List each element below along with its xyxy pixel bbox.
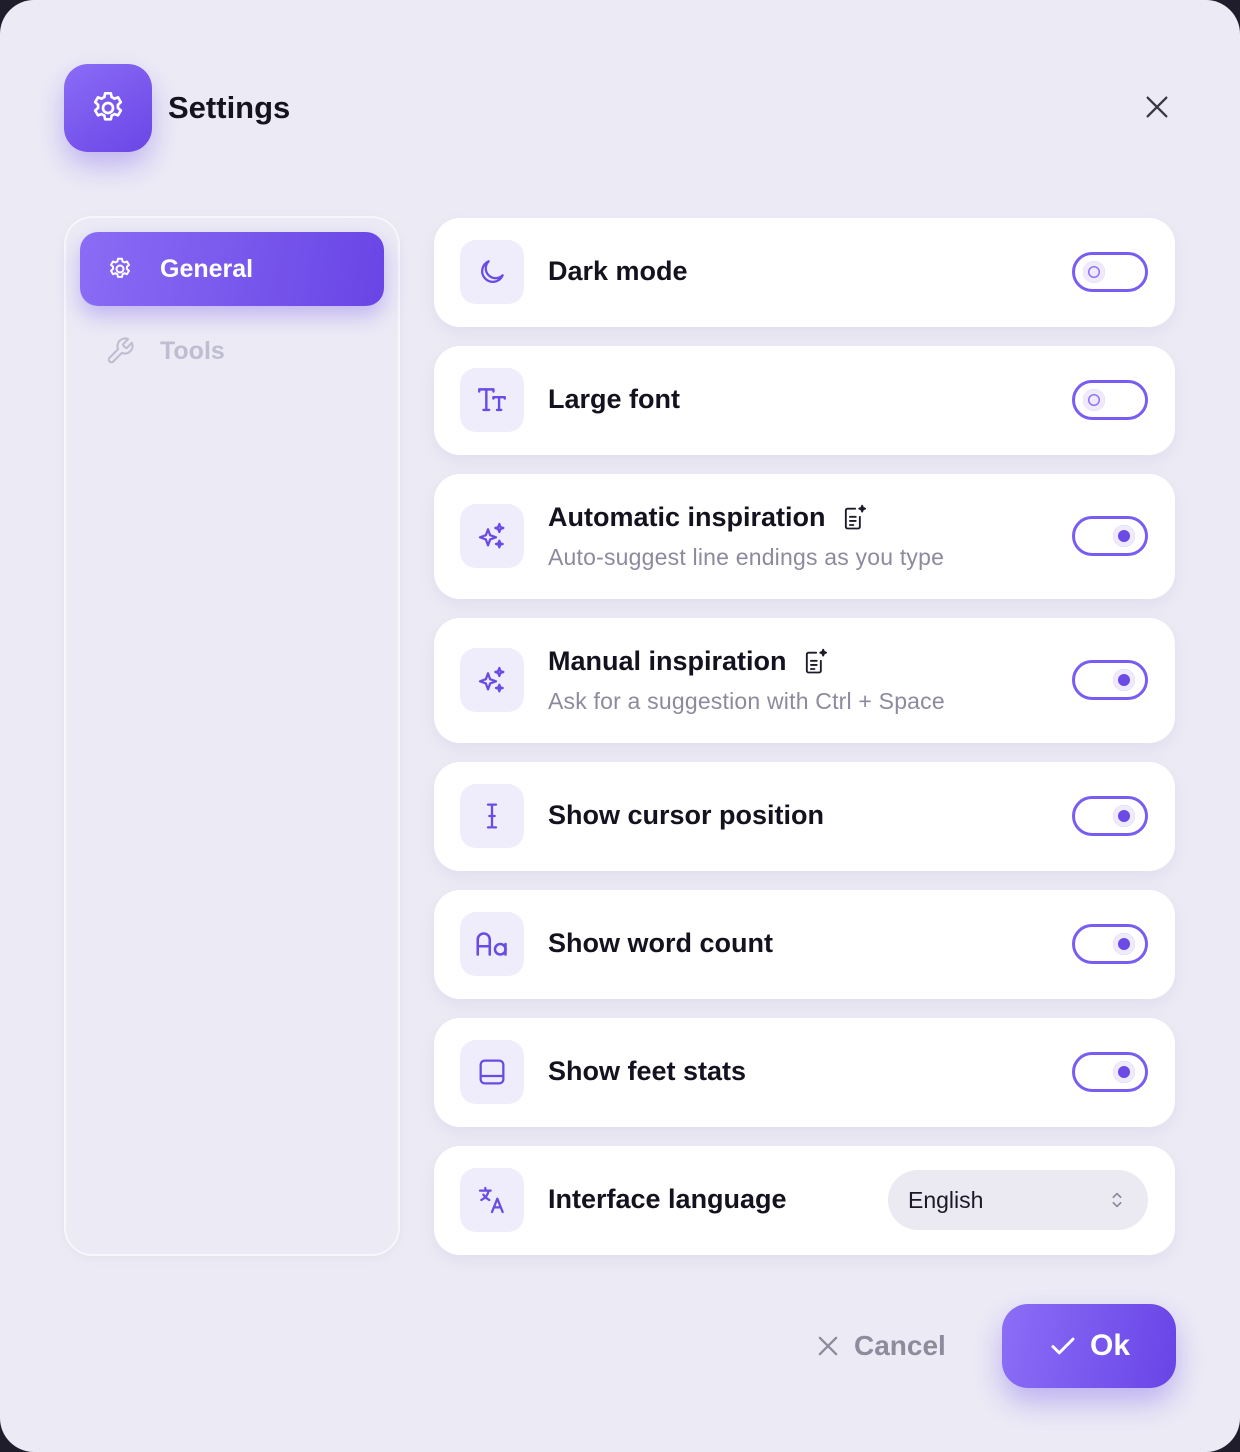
setting-show-cursor-position: Show cursor position <box>434 762 1175 871</box>
setting-manual-inspiration: Manual inspiration Ask for a suggestion … <box>434 618 1175 743</box>
ok-label: Ok <box>1089 1329 1131 1362</box>
text-size-icon <box>460 368 524 432</box>
cancel-label: Cancel <box>854 1330 946 1361</box>
sparkles-icon <box>460 648 524 712</box>
setting-automatic-inspiration: Automatic inspiration Auto-suggest line … <box>434 474 1175 599</box>
sidebar-item-label: General <box>160 254 254 283</box>
setting-label: Interface language <box>548 1184 787 1214</box>
cancel-button[interactable]: Cancel <box>814 1322 946 1370</box>
sidebar-item-general[interactable]: General <box>80 232 384 306</box>
close-icon <box>1146 96 1168 118</box>
close-icon <box>818 1336 838 1356</box>
gear-icon <box>104 253 136 285</box>
setting-label: Large font <box>548 384 680 414</box>
font-case-icon <box>460 912 524 976</box>
manual-inspiration-toggle[interactable] <box>1072 660 1148 700</box>
language-select[interactable]: English <box>888 1170 1148 1230</box>
setting-show-feet-stats: Show feet stats <box>434 1018 1175 1127</box>
automatic-inspiration-toggle[interactable] <box>1072 516 1148 556</box>
show-cursor-position-toggle[interactable] <box>1072 796 1148 836</box>
settings-app-icon <box>64 64 152 152</box>
gear-icon <box>93 92 123 121</box>
setting-label: Show word count <box>548 928 773 958</box>
setting-description: Auto-suggest line endings as you type <box>548 544 945 570</box>
setting-show-word-count: Show word count <box>434 890 1175 999</box>
large-font-toggle[interactable] <box>1072 380 1148 420</box>
setting-dark-mode: Dark mode <box>434 218 1175 327</box>
setting-label: Show cursor position <box>548 800 825 830</box>
text-cursor-icon <box>460 784 524 848</box>
sidebar-item-label: Tools <box>160 336 225 365</box>
setting-interface-language: Interface language English <box>434 1146 1175 1255</box>
sidebar: General Tools <box>64 216 400 1256</box>
close-button[interactable] <box>1134 84 1180 130</box>
check-icon <box>1051 1337 1075 1355</box>
ai-document-icon <box>840 504 868 532</box>
setting-label-row: Automatic inspiration <box>548 502 868 533</box>
ok-button[interactable]: Ok <box>1002 1304 1176 1388</box>
show-feet-stats-toggle[interactable] <box>1072 1052 1148 1092</box>
sparkles-icon <box>460 504 524 568</box>
settings-dialog: Settings General Tools Dark mode Large f… <box>0 0 1240 1452</box>
page-title: Settings <box>168 90 291 125</box>
panel-bottom-icon <box>460 1040 524 1104</box>
dark-mode-toggle[interactable] <box>1072 252 1148 292</box>
ai-document-icon <box>801 648 829 676</box>
language-select-value: English <box>908 1186 984 1213</box>
setting-label: Show feet stats <box>548 1056 747 1086</box>
translate-icon <box>460 1168 524 1232</box>
moon-icon <box>460 240 524 304</box>
setting-label-row: Manual inspiration <box>548 646 829 677</box>
sidebar-item-tools[interactable]: Tools <box>80 314 384 388</box>
chevron-up-down-icon <box>1106 1188 1128 1217</box>
setting-description: Ask for a suggestion with Ctrl + Space <box>548 688 945 714</box>
setting-label: Automatic inspiration <box>548 502 826 532</box>
setting-large-font: Large font <box>434 346 1175 455</box>
setting-label: Dark mode <box>548 256 688 286</box>
show-word-count-toggle[interactable] <box>1072 924 1148 964</box>
setting-label: Manual inspiration <box>548 646 787 676</box>
wrench-icon <box>104 335 136 367</box>
